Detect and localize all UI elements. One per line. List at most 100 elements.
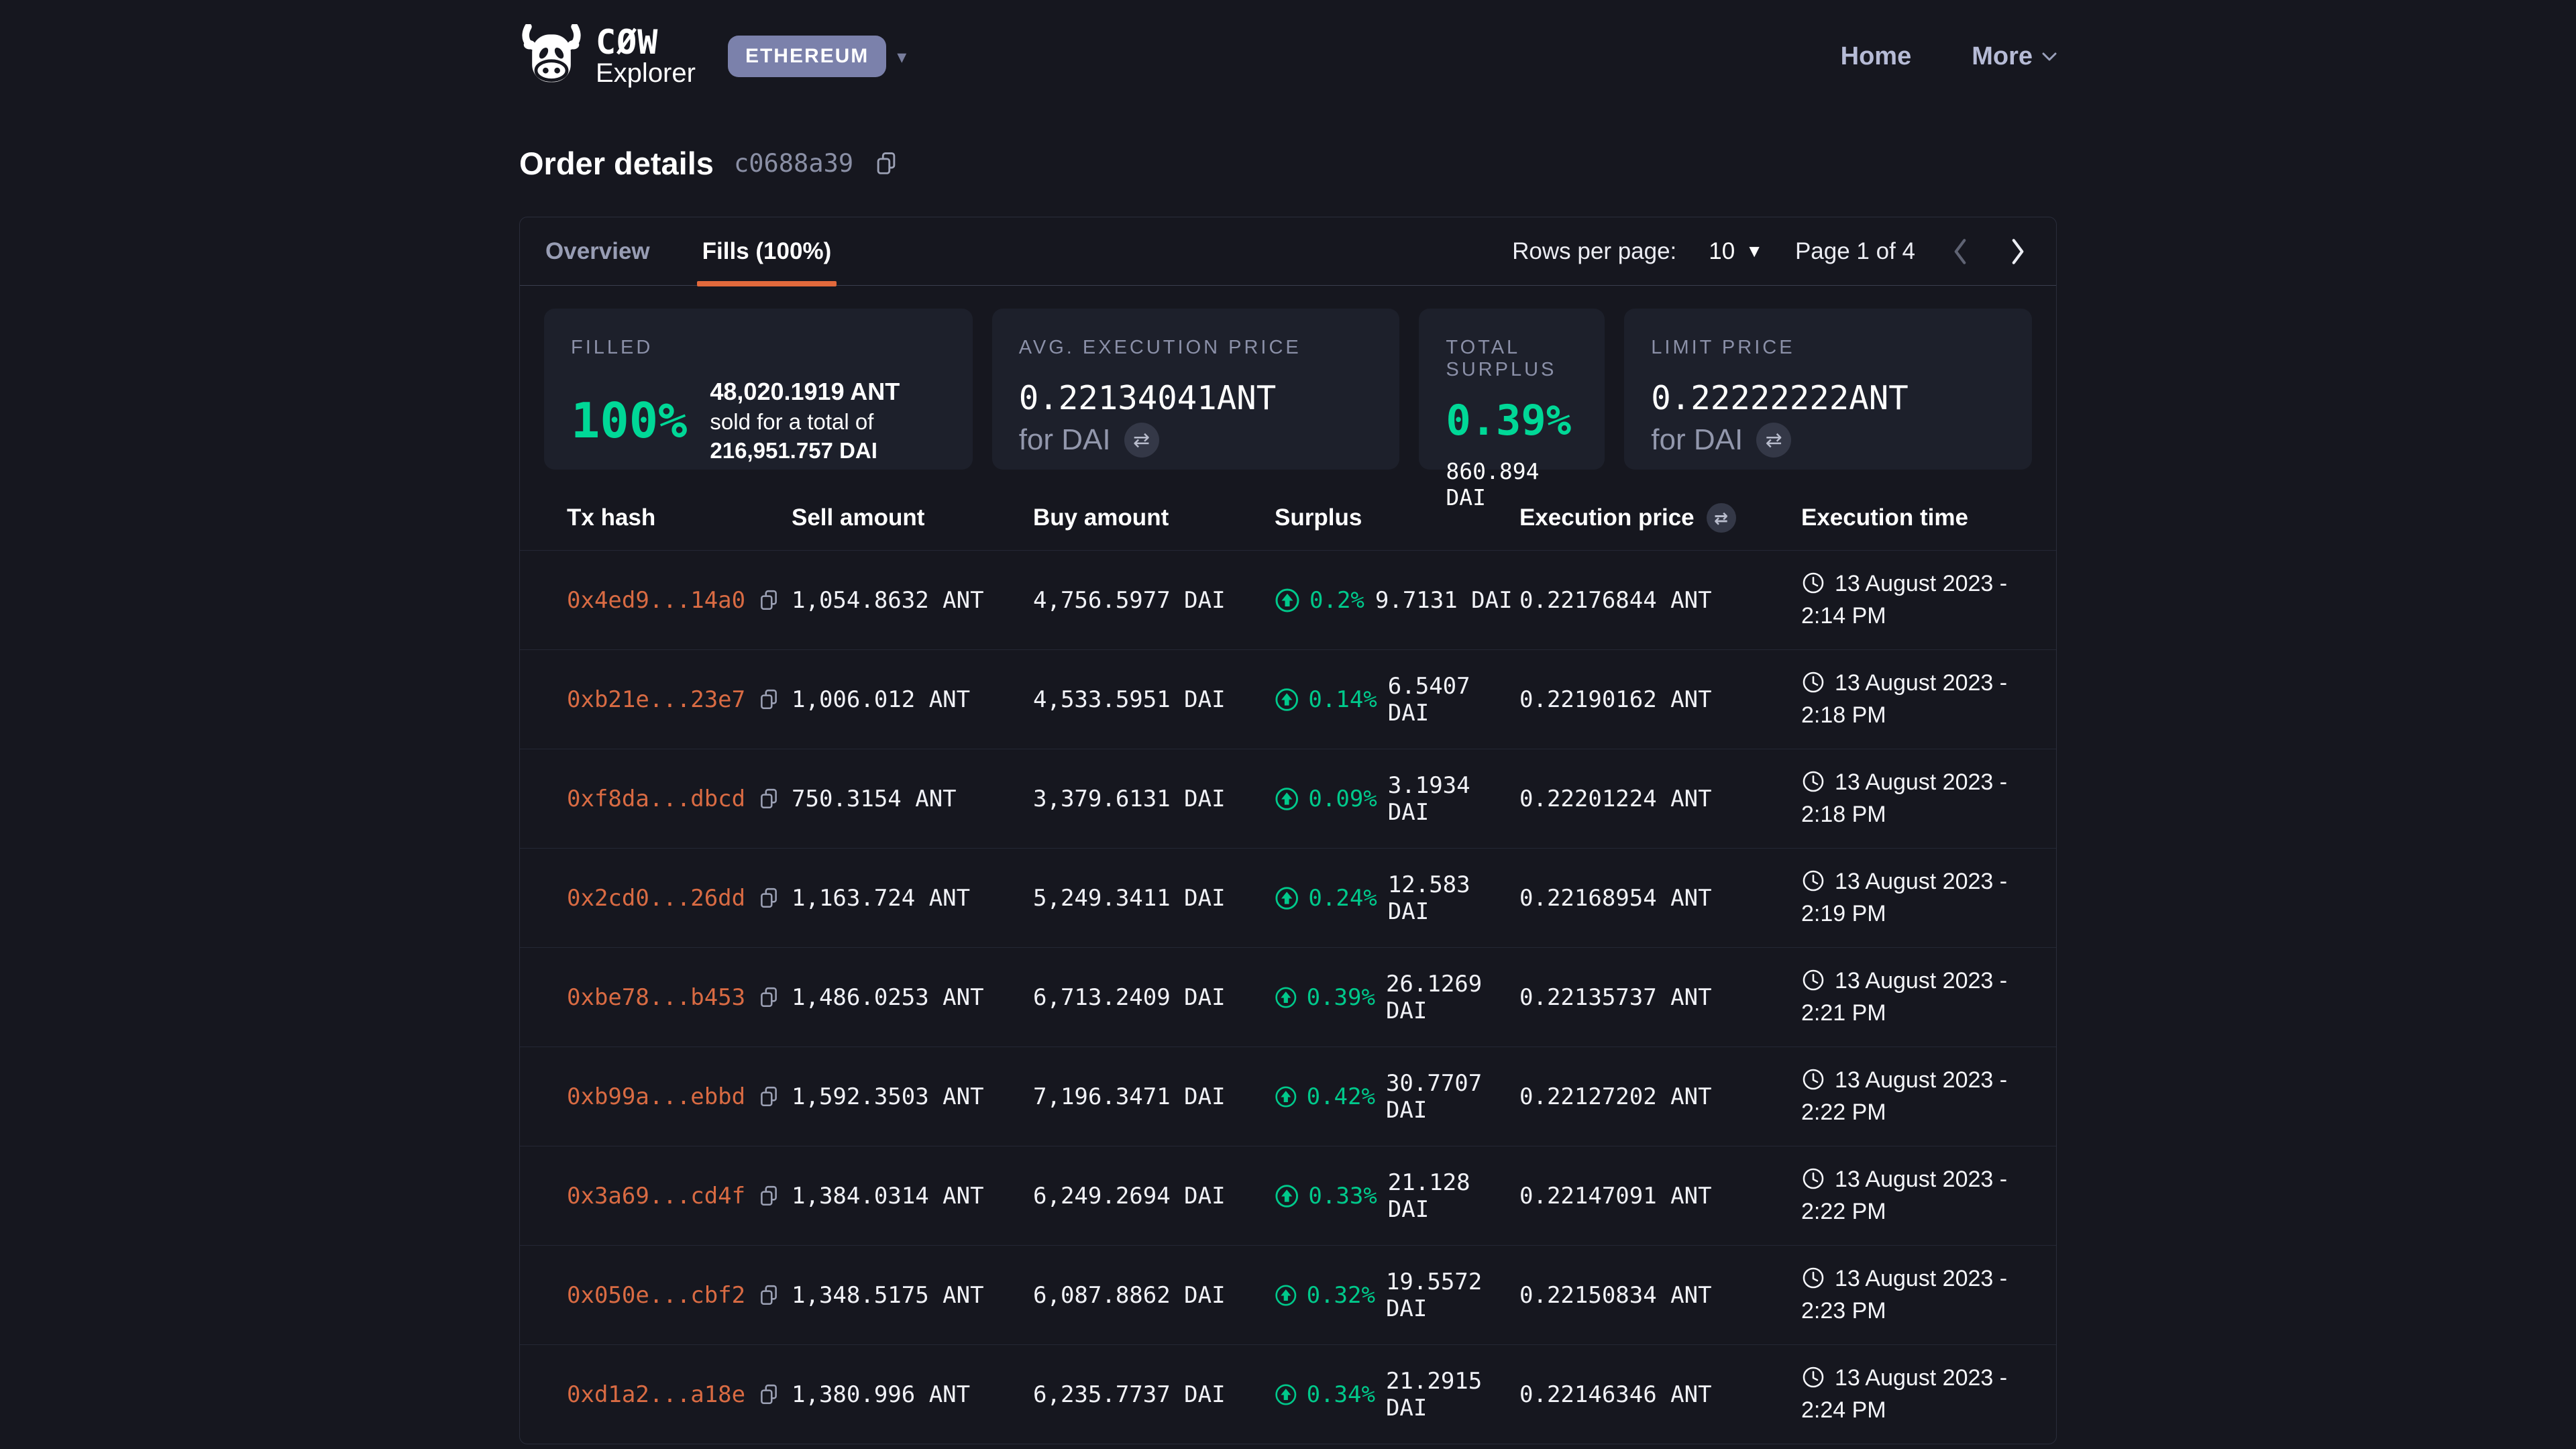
surplus-percent: 0.42% xyxy=(1307,1083,1375,1110)
select-caret-icon: ▼ xyxy=(1746,241,1763,262)
surplus-cell: 0.34% 21.2915 DAI xyxy=(1275,1368,1519,1421)
execution-time-cell: 13 August 2023 - 2:18 PM xyxy=(1801,667,2049,731)
clock-icon xyxy=(1801,968,1825,992)
copy-tx-hash-button[interactable] xyxy=(757,1185,780,1208)
main-content: Order details c0688a39 Overview Fills (1… xyxy=(519,145,2057,1444)
execution-price-cell: 0.22190162 ANT xyxy=(1519,686,1801,713)
surplus-percent: 0.2% xyxy=(1309,587,1364,614)
execution-price-cell: 0.22176844 ANT xyxy=(1519,587,1801,614)
avg-price-quote: for DAI xyxy=(1019,423,1111,457)
surplus-up-icon xyxy=(1275,786,1299,812)
surplus-cell: 0.2% 9.7131 DAI xyxy=(1275,587,1519,614)
execution-time-cell: 13 August 2023 - 2:21 PM xyxy=(1801,965,2049,1029)
next-page-button[interactable] xyxy=(2005,236,2031,267)
card-limit-price: LIMIT PRICE 0.22222222ANT for DAI ⇄ xyxy=(1624,309,2032,470)
tab-fills[interactable]: Fills (100%) xyxy=(702,217,832,285)
buy-amount-cell: 6,087.8862 DAI xyxy=(1033,1282,1275,1309)
copy-tx-hash-button[interactable] xyxy=(757,887,780,910)
surplus-amount: 21.2915 DAI xyxy=(1386,1368,1519,1421)
fills-table: Tx hash Sell amount Buy amount Surplus E… xyxy=(520,486,2056,1444)
copy-order-id-button[interactable] xyxy=(873,151,899,176)
surplus-percent: 0.34% xyxy=(1307,1381,1375,1408)
copy-tx-hash-button[interactable] xyxy=(757,986,780,1009)
buy-amount-cell: 6,249.2694 DAI xyxy=(1033,1183,1275,1210)
logo[interactable]: CØW Explorer xyxy=(519,24,696,89)
tabs-row: Overview Fills (100%) Rows per page: 10 … xyxy=(520,217,2056,286)
execution-time-text: 13 August 2023 - 2:14 PM xyxy=(1801,571,2007,629)
rows-per-page-select[interactable]: 10 ▼ xyxy=(1709,238,1763,265)
filled-lines: 48,020.1919 ANT sold for a total of 216,… xyxy=(710,376,945,466)
execution-time-text: 13 August 2023 - 2:18 PM xyxy=(1801,670,2007,728)
swap-price-icon[interactable]: ⇄ xyxy=(1756,423,1791,458)
surplus-cell: 0.39% 26.1269 DAI xyxy=(1275,971,1519,1024)
sell-amount-cell: 1,348.5175 ANT xyxy=(792,1282,1033,1309)
clock-icon xyxy=(1801,571,1825,595)
execution-time-cell: 13 August 2023 - 2:19 PM xyxy=(1801,866,2049,930)
tx-hash-link[interactable]: 0xb21e...23e7 xyxy=(567,686,745,713)
surplus-cell: 0.32% 19.5572 DAI xyxy=(1275,1269,1519,1322)
surplus-amount: 26.1269 DAI xyxy=(1386,971,1519,1024)
surplus-cell: 0.24% 12.583 DAI xyxy=(1275,871,1519,925)
surplus-percent: 0.32% xyxy=(1307,1282,1375,1309)
copy-tx-hash-button[interactable] xyxy=(757,688,780,711)
tx-hash-cell: 0xb99a...ebbd xyxy=(567,1083,792,1110)
tx-hash-link[interactable]: 0x4ed9...14a0 xyxy=(567,587,745,614)
chevron-down-icon: ▾ xyxy=(897,46,906,68)
table-row: 0x2cd0...26dd 1,163.724 ANT 5,249.3411 D… xyxy=(520,848,2056,947)
network-badge[interactable]: ETHEREUM xyxy=(728,36,886,77)
chevron-left-icon xyxy=(1950,236,1970,267)
tab-overview[interactable]: Overview xyxy=(545,217,650,285)
swap-price-icon[interactable]: ⇄ xyxy=(1707,503,1736,533)
limit-price-value: 0.22222222ANT xyxy=(1651,379,2005,417)
copy-tx-hash-button[interactable] xyxy=(757,1085,780,1108)
tx-hash-link[interactable]: 0xd1a2...a18e xyxy=(567,1381,745,1408)
prev-page-button[interactable] xyxy=(1947,236,1973,267)
surplus-percent: 0.24% xyxy=(1308,885,1377,912)
copy-tx-hash-button[interactable] xyxy=(757,788,780,810)
sell-amount-cell: 750.3154 ANT xyxy=(792,786,1033,812)
network-selector[interactable]: ETHEREUM ▾ xyxy=(728,36,906,77)
sell-amount-cell: 1,592.3503 ANT xyxy=(792,1083,1033,1110)
title-row: Order details c0688a39 xyxy=(519,145,2057,182)
copy-tx-hash-button[interactable] xyxy=(757,589,780,612)
copy-tx-hash-button[interactable] xyxy=(757,1284,780,1307)
logo-subtitle: Explorer xyxy=(596,60,696,87)
tx-hash-link[interactable]: 0x2cd0...26dd xyxy=(567,885,745,912)
execution-time-cell: 13 August 2023 - 2:22 PM xyxy=(1801,1065,2049,1128)
table-body: 0x4ed9...14a0 1,054.8632 ANT 4,756.5977 … xyxy=(520,550,2056,1444)
tx-hash-link[interactable]: 0x050e...cbf2 xyxy=(567,1282,745,1309)
table-row: 0x4ed9...14a0 1,054.8632 ANT 4,756.5977 … xyxy=(520,550,2056,649)
execution-time-cell: 13 August 2023 - 2:14 PM xyxy=(1801,568,2049,632)
tx-hash-cell: 0x050e...cbf2 xyxy=(567,1282,792,1309)
surplus-up-icon xyxy=(1275,1084,1297,1110)
copy-icon xyxy=(757,1185,780,1208)
tx-hash-link[interactable]: 0xbe78...b453 xyxy=(567,984,745,1011)
page-title: Order details xyxy=(519,145,714,182)
avg-price-label: AVG. EXECUTION PRICE xyxy=(1019,337,1373,359)
cow-logo-icon xyxy=(519,24,584,89)
avg-price-value: 0.22134041ANT xyxy=(1019,379,1373,417)
nav-more[interactable]: More xyxy=(1972,42,2057,71)
swap-price-icon[interactable]: ⇄ xyxy=(1124,423,1159,458)
nav-home[interactable]: Home xyxy=(1841,42,1912,71)
copy-tx-hash-button[interactable] xyxy=(757,1383,780,1406)
sell-amount-cell: 1,486.0253 ANT xyxy=(792,984,1033,1011)
surplus-label: TOTAL SURPLUS xyxy=(1446,337,1578,381)
tx-hash-link[interactable]: 0x3a69...cd4f xyxy=(567,1183,745,1210)
surplus-cell: 0.42% 30.7707 DAI xyxy=(1275,1070,1519,1124)
order-id: c0688a39 xyxy=(734,149,853,178)
tx-hash-link[interactable]: 0xb99a...ebbd xyxy=(567,1083,745,1110)
clock-icon xyxy=(1801,1365,1825,1389)
app-header: CØW Explorer ETHEREUM ▾ Home More xyxy=(0,0,2576,113)
surplus-up-icon xyxy=(1275,885,1299,911)
tx-hash-link[interactable]: 0xf8da...dbcd xyxy=(567,786,745,812)
surplus-percent: 0.39% xyxy=(1307,984,1375,1011)
surplus-amount: 21.128 DAI xyxy=(1388,1169,1519,1223)
surplus-amount: 9.7131 DAI xyxy=(1375,587,1513,614)
card-total-surplus: TOTAL SURPLUS 0.39% 860.894 DAI xyxy=(1419,309,1605,470)
tx-hash-cell: 0xd1a2...a18e xyxy=(567,1381,792,1408)
surplus-percent: 0.09% xyxy=(1308,786,1377,812)
execution-time-text: 13 August 2023 - 2:22 PM xyxy=(1801,1167,2007,1224)
buy-amount-cell: 5,249.3411 DAI xyxy=(1033,885,1275,912)
tx-hash-cell: 0xf8da...dbcd xyxy=(567,786,792,812)
